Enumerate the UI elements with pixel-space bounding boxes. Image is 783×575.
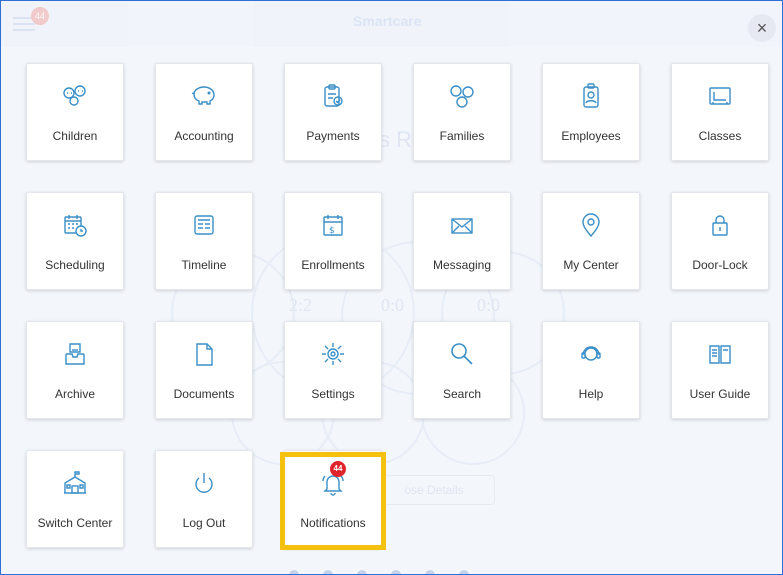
tile-payments[interactable]: Payments — [284, 63, 382, 161]
tile-label: Accounting — [174, 129, 234, 143]
tile-documents[interactable]: Documents — [155, 321, 253, 419]
employee-badge-icon — [577, 82, 605, 110]
magnifier-icon — [448, 340, 476, 368]
tile-label: Classes — [698, 129, 742, 143]
tile-label: Switch Center — [37, 516, 113, 530]
menu-badge: 44 — [31, 7, 49, 25]
tile-settings[interactable]: Settings — [284, 321, 382, 419]
tile-timeline[interactable]: Timeline — [155, 192, 253, 290]
app-frame: 44 Smartcare s R 2:2 0:0 0:0 ose Details… — [0, 0, 783, 575]
tile-accounting[interactable]: Accounting — [155, 63, 253, 161]
bg-heading-fragment: s R — [379, 127, 412, 152]
tile-label: User Guide — [689, 387, 751, 401]
brand-logo: Smartcare — [353, 13, 422, 29]
tile-label: Scheduling — [45, 258, 105, 272]
book-icon — [706, 340, 734, 368]
tile-label: My Center — [563, 258, 619, 272]
school-building-icon — [61, 469, 89, 497]
tile-switch-center[interactable]: Switch Center — [26, 450, 124, 548]
tile-log-out[interactable]: Log Out — [155, 450, 253, 548]
tile-search[interactable]: Search — [413, 321, 511, 419]
calendar-clock-icon — [61, 211, 89, 239]
tile-label: Payments — [306, 129, 360, 143]
tile-children[interactable]: Children — [26, 63, 124, 161]
tile-label: Door-Lock — [692, 258, 748, 272]
bg-counter: 0:0 — [477, 295, 501, 315]
classroom-board-icon — [706, 82, 734, 110]
tile-label: Search — [442, 387, 482, 401]
tile-label: Log Out — [182, 516, 226, 530]
tile-scheduling[interactable]: Scheduling — [26, 192, 124, 290]
gear-icon — [319, 340, 347, 368]
tile-label: Messaging — [432, 258, 492, 272]
bg-counter: 0:0 — [381, 295, 405, 315]
tile-label: Archive — [54, 387, 95, 401]
tile-label: Employees — [561, 129, 621, 143]
tile-archive[interactable]: Archive — [26, 321, 124, 419]
help-headset-icon — [577, 340, 605, 368]
tile-label: Settings — [311, 387, 355, 401]
svg-text:$: $ — [329, 226, 335, 236]
tile-messaging[interactable]: Messaging — [413, 192, 511, 290]
calendar-dollar-icon: $ — [319, 211, 347, 239]
page-indicator — [289, 567, 493, 574]
clipboard-check-icon — [319, 82, 347, 110]
envelope-icon — [448, 211, 476, 239]
tile-employees[interactable]: Employees — [542, 63, 640, 161]
tile-label: Enrollments — [301, 258, 365, 272]
power-icon — [190, 469, 218, 497]
tile-label: Timeline — [181, 258, 227, 272]
tile-enrollments[interactable]: $ Enrollments — [284, 192, 382, 290]
tile-label: Documents — [173, 387, 235, 401]
timeline-icon — [190, 211, 218, 239]
archive-box-icon — [61, 340, 89, 368]
tile-help[interactable]: Help — [542, 321, 640, 419]
tile-door-lock[interactable]: Door-Lock — [671, 192, 769, 290]
bg-details-button: ose Details — [373, 475, 495, 505]
tile-user-guide[interactable]: User Guide — [671, 321, 769, 419]
tile-label: Children — [52, 129, 98, 143]
tile-classes[interactable]: Classes — [671, 63, 769, 161]
padlock-icon — [706, 211, 734, 239]
bg-counter: 2:2 — [289, 295, 313, 315]
children-icon — [61, 82, 89, 110]
highlight-box — [280, 452, 386, 550]
tile-families[interactable]: Families — [413, 63, 511, 161]
location-pin-icon — [577, 211, 605, 239]
piggy-bank-icon — [190, 82, 218, 110]
tile-label: Help — [578, 387, 604, 401]
close-button[interactable]: × — [748, 14, 776, 42]
document-icon — [190, 340, 218, 368]
family-icon — [448, 82, 476, 110]
tile-label: Families — [439, 129, 485, 143]
tile-my-center[interactable]: My Center — [542, 192, 640, 290]
